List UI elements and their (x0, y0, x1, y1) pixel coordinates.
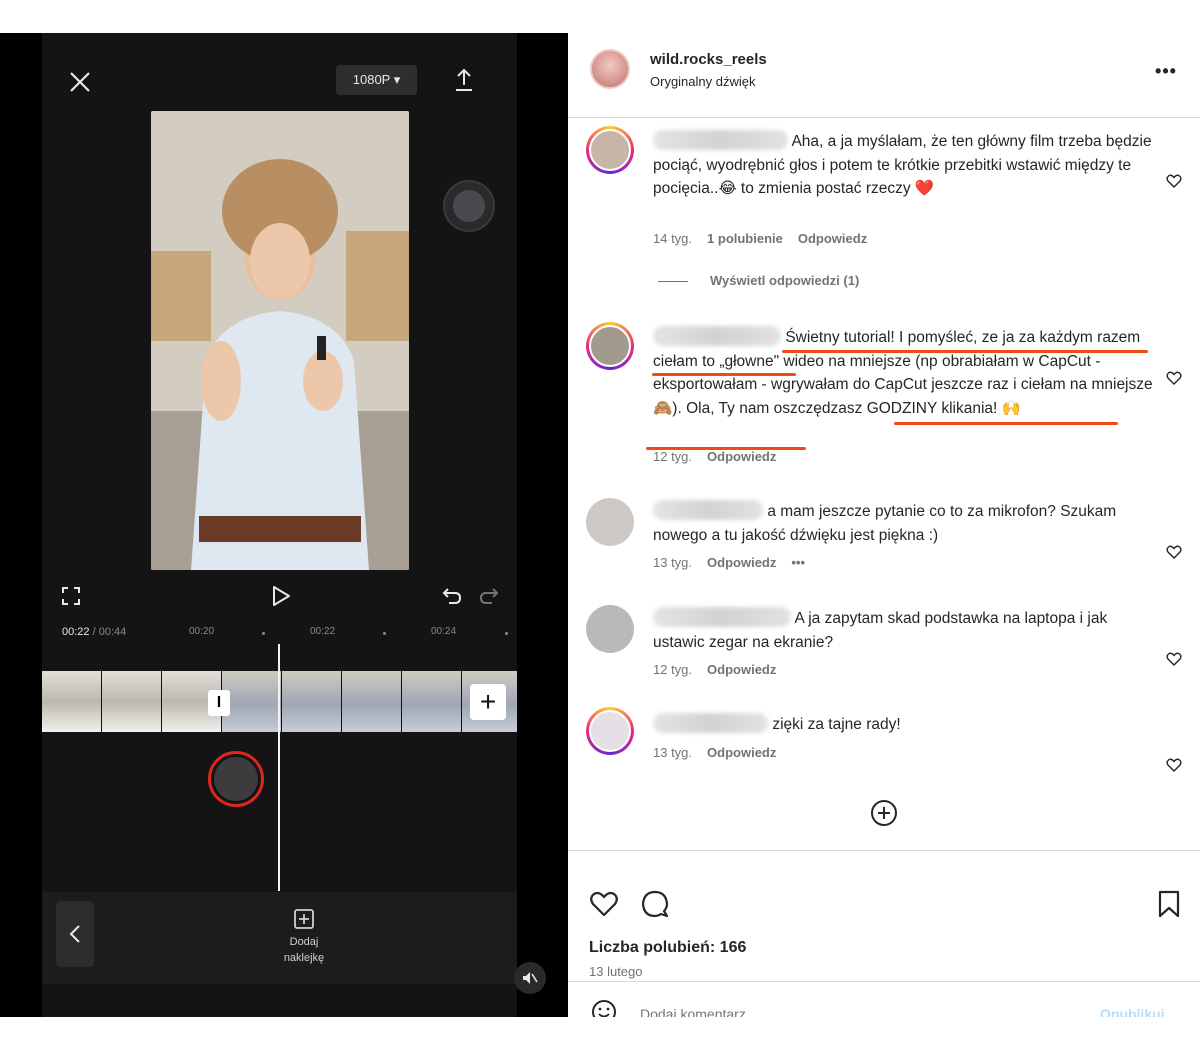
chevron-left-icon[interactable] (56, 901, 94, 967)
comment-age: 13 tyg. (653, 745, 693, 760)
fullscreen-icon[interactable] (58, 583, 84, 609)
comment-body: zięki za tajne rady! (772, 716, 901, 733)
heart-icon[interactable] (1166, 757, 1182, 773)
timeline-clip[interactable] (342, 671, 402, 732)
tick-dot (505, 632, 508, 635)
avatar[interactable] (590, 49, 630, 89)
publish-button[interactable]: Opublikuj (1100, 1006, 1165, 1017)
likes-count[interactable]: Liczba polubień: 166 (589, 939, 746, 957)
time-tick: 00:24 (431, 626, 457, 637)
view-replies-button[interactable]: Wyświetl odpowiedzi (1) (658, 273, 859, 288)
record-button[interactable] (208, 751, 264, 807)
timeline-clip[interactable] (42, 671, 102, 732)
comment-meta: 12 tyg. Odpowiedz (653, 662, 776, 677)
blurred-username (653, 500, 763, 520)
heart-icon[interactable] (1166, 173, 1182, 189)
comment-meta: 12 tyg. Odpowiedz (653, 449, 776, 464)
add-sticker-button[interactable]: Dodaj naklejkę (268, 908, 340, 966)
comment-more-icon[interactable]: ••• (791, 555, 805, 570)
reply-button[interactable]: Odpowiedz (707, 745, 776, 760)
post-header: wild.rocks_reels Oryginalny dźwięk ••• (568, 33, 1200, 118)
blurred-username (653, 130, 788, 150)
blurred-username (653, 607, 791, 627)
plus-icon[interactable]: + (470, 684, 506, 720)
comment-likes[interactable]: 1 polubienie (707, 231, 783, 246)
comment-meta: 14 tyg. 1 polubienie Odpowiedz (653, 231, 867, 246)
tick-dot (383, 632, 386, 635)
avatar[interactable] (586, 498, 634, 546)
add-sticker-icon (293, 908, 315, 930)
blurred-username (653, 713, 768, 733)
redo-icon[interactable] (476, 583, 502, 609)
reply-button[interactable]: Odpowiedz (707, 449, 776, 464)
reply-button[interactable]: Odpowiedz (798, 231, 867, 246)
timeline-clip[interactable] (282, 671, 342, 732)
comment-text: a mam jeszcze pytanie co to za mikrofon?… (653, 500, 1153, 547)
reply-button[interactable]: Odpowiedz (707, 662, 776, 677)
timeline-clip[interactable] (402, 671, 462, 732)
mute-icon[interactable] (514, 962, 546, 994)
close-icon[interactable] (64, 66, 96, 98)
blurred-username (653, 326, 781, 346)
emoji-icon[interactable] (590, 998, 618, 1017)
video-preview[interactable] (151, 111, 409, 570)
comment-meta: 13 tyg. Odpowiedz (653, 745, 776, 760)
avatar[interactable] (586, 322, 634, 370)
heart-icon[interactable] (1166, 370, 1182, 386)
playhead[interactable] (278, 644, 280, 891)
avatar[interactable] (586, 126, 634, 174)
username[interactable]: wild.rocks_reels (650, 51, 767, 68)
timecode: 00:22 / 00:44 (62, 626, 126, 638)
comment-age: 13 tyg. (653, 555, 693, 570)
timecode-current: 00:22 (62, 626, 90, 638)
underline-annotation (652, 373, 796, 376)
comment-icon[interactable] (640, 889, 670, 919)
time-tick: 00:22 (310, 626, 336, 637)
heart-icon[interactable] (589, 889, 619, 919)
comment-input[interactable] (640, 1006, 1040, 1017)
export-icon[interactable] (448, 64, 480, 96)
plus-circle-icon[interactable] (869, 798, 899, 828)
play-icon[interactable] (266, 581, 296, 611)
add-sticker-label: Dodaj naklejkę (283, 936, 325, 964)
comment-text: zięki za tajne rady! (653, 713, 1153, 737)
underline-annotation (782, 350, 1148, 353)
bookmark-icon[interactable] (1154, 889, 1184, 919)
timeline-clip[interactable] (102, 671, 162, 732)
undo-icon[interactable] (439, 583, 465, 609)
reply-button[interactable]: Odpowiedz (707, 555, 776, 570)
add-comment-row: Opublikuj (568, 981, 1200, 1017)
time-tick: 00:20 (189, 626, 215, 637)
avatar[interactable] (586, 707, 634, 755)
comment-age: 12 tyg. (653, 449, 693, 464)
underline-annotation (894, 422, 1118, 425)
more-options-icon[interactable]: ••• (1154, 59, 1178, 83)
post-date: 13 lutego (589, 964, 643, 979)
record-float-button[interactable] (443, 180, 495, 232)
instagram-post-panel: wild.rocks_reels Oryginalny dźwięk ••• A… (568, 33, 1200, 1017)
comment-text: Aha, a ja myślałam, że ten główny film t… (653, 130, 1153, 201)
comment-meta: 13 tyg. Odpowiedz ••• (653, 555, 805, 570)
resolution-select[interactable]: 1080P ▾ (336, 65, 417, 95)
comment-age: 14 tyg. (653, 231, 693, 246)
comment-age: 12 tyg. (653, 662, 693, 677)
heart-icon[interactable] (1166, 544, 1182, 560)
clip-transition-marker[interactable]: I (208, 690, 230, 716)
tick-dot (262, 632, 265, 635)
audio-label[interactable]: Oryginalny dźwięk (650, 74, 756, 89)
timecode-total: / 00:44 (92, 626, 127, 638)
heart-icon[interactable] (1166, 651, 1182, 667)
avatar[interactable] (586, 605, 634, 653)
timeline-clip[interactable] (222, 671, 282, 732)
comment-text: A ja zapytam skad podstawka na laptopa i… (653, 607, 1153, 654)
